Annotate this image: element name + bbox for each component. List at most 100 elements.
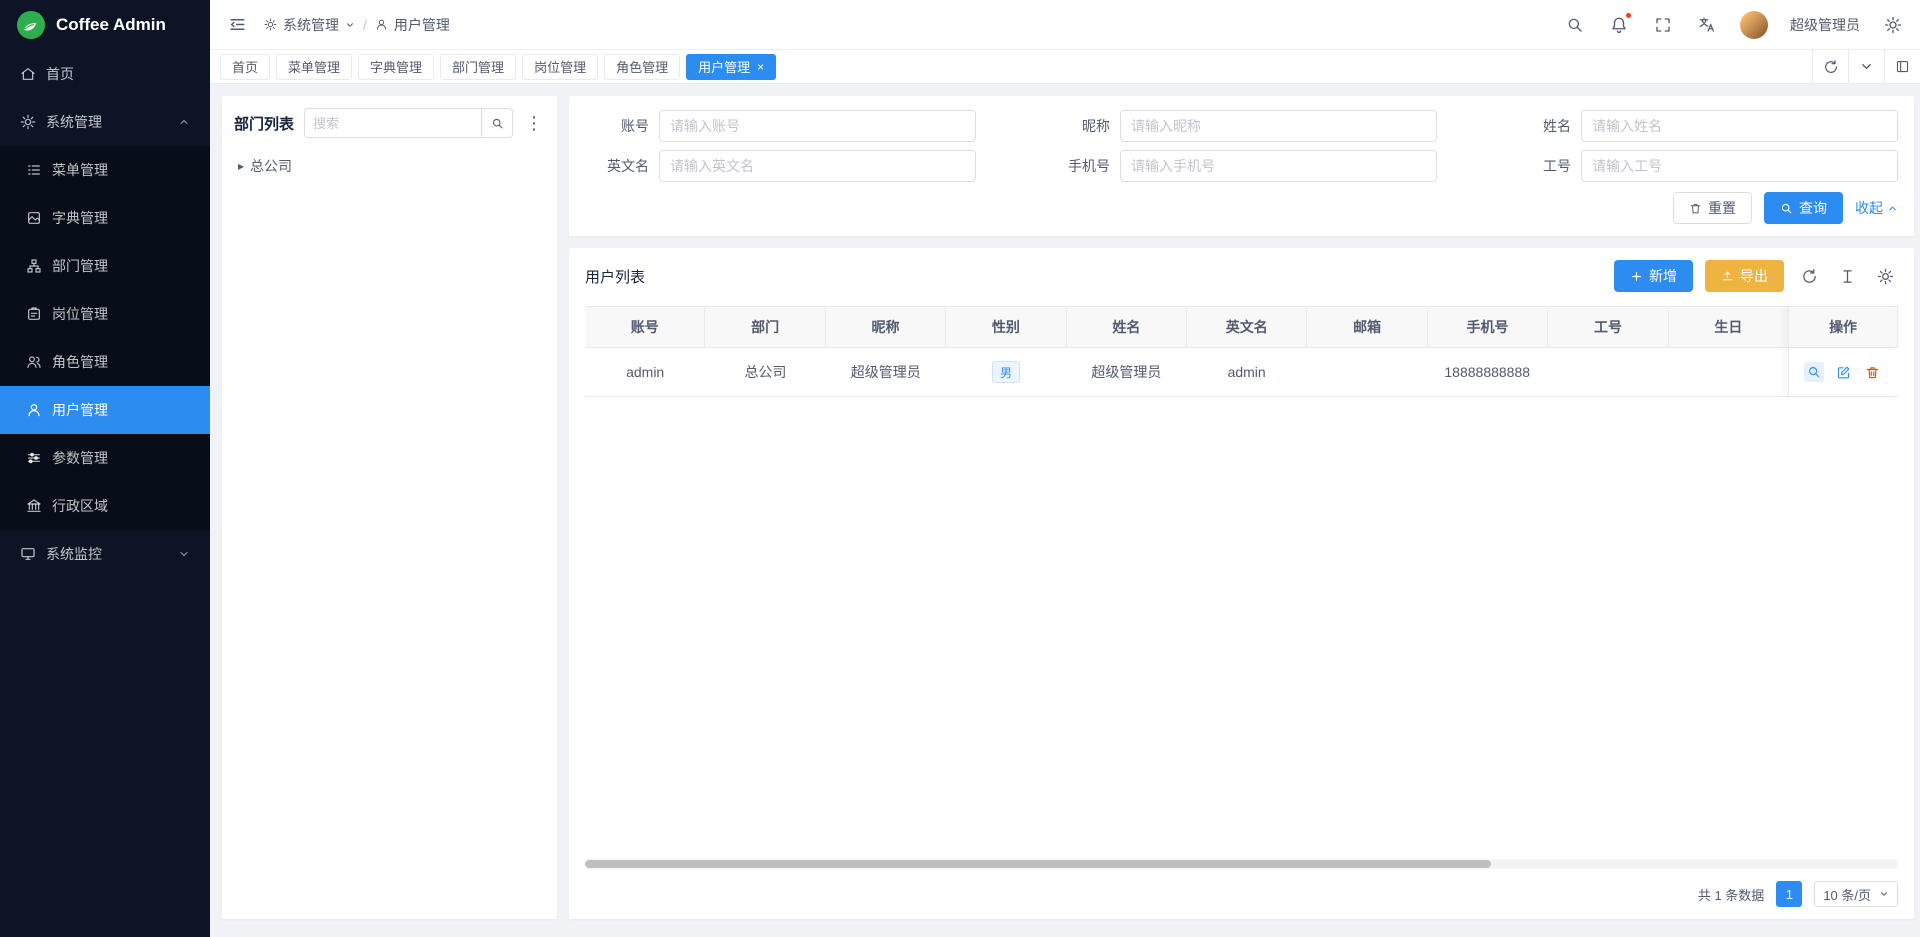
breadcrumb-item-user[interactable]: 用户管理 — [375, 15, 450, 35]
refresh-icon[interactable] — [1812, 50, 1848, 83]
column-header-phone[interactable]: 手机号 — [1428, 307, 1548, 347]
add-user-button[interactable]: 新增 — [1614, 260, 1693, 292]
nickname-input[interactable] — [1120, 110, 1437, 142]
tab-label: 首页 — [232, 57, 258, 76]
sidebar-item-home[interactable]: 首页 — [0, 50, 210, 98]
breadcrumb-item-system[interactable]: 系统管理 — [264, 15, 355, 35]
column-header-email[interactable]: 邮箱 — [1307, 307, 1427, 347]
work-no-input[interactable] — [1581, 150, 1898, 182]
breadcrumb-label: 用户管理 — [394, 15, 450, 35]
sidebar-item-label: 系统管理 — [46, 112, 102, 132]
chevron-down-icon — [345, 20, 355, 30]
page-size-select[interactable]: 10 条/页 — [1814, 881, 1898, 907]
chevron-up-icon — [1887, 203, 1898, 214]
clear-icon — [1689, 202, 1702, 215]
tab-dict-mgmt[interactable]: 字典管理 — [358, 54, 434, 80]
filter-label: 手机号 — [1046, 156, 1110, 176]
filter-account: 账号 — [585, 110, 976, 142]
column-header-account[interactable]: 账号 — [585, 307, 705, 347]
tab-dept-mgmt[interactable]: 部门管理 — [440, 54, 516, 80]
sidebar-item-dept-mgmt[interactable]: 部门管理 — [0, 242, 210, 290]
tree-caret-icon[interactable]: ▸ — [238, 159, 244, 173]
filter-name: 姓名 — [1507, 110, 1898, 142]
translate-icon[interactable] — [1696, 14, 1718, 36]
cell-phone: 18888888888 — [1427, 348, 1547, 396]
collapse-toggle[interactable]: 收起 — [1855, 198, 1898, 218]
tab-role-mgmt[interactable]: 角色管理 — [604, 54, 680, 80]
avatar[interactable] — [1740, 11, 1768, 39]
sidebar-item-role-mgmt[interactable]: 角色管理 — [0, 338, 210, 386]
column-header-name[interactable]: 姓名 — [1067, 307, 1187, 347]
table-row[interactable]: admin 总公司 超级管理员 男 超级管理员 admin 1888888888… — [585, 348, 1898, 397]
sidebar: Coffee Admin 首页 系统管理 — [0, 0, 210, 937]
sidebar-item-label: 菜单管理 — [52, 160, 108, 180]
tab-options-chevron-icon[interactable] — [1848, 50, 1884, 83]
account-input[interactable] — [659, 110, 976, 142]
column-header-gender[interactable]: 性别 — [946, 307, 1066, 347]
phone-input[interactable] — [1120, 150, 1437, 182]
view-row-icon[interactable] — [1804, 362, 1824, 382]
scrollbar-thumb[interactable] — [585, 860, 1491, 868]
fullscreen-icon[interactable] — [1652, 14, 1674, 36]
column-header-nickname[interactable]: 昵称 — [826, 307, 946, 347]
sidebar-item-user-mgmt[interactable]: 用户管理 — [0, 386, 210, 434]
open-tabs: 首页 菜单管理 字典管理 部门管理 岗位管理 角色管理 用户管理 × — [210, 54, 1812, 80]
sidebar-item-menu-mgmt[interactable]: 菜单管理 — [0, 146, 210, 194]
department-search-button[interactable] — [481, 108, 513, 138]
settings-gear-icon[interactable] — [1882, 14, 1904, 36]
name-input[interactable] — [1581, 110, 1898, 142]
column-header-work-no[interactable]: 工号 — [1548, 307, 1668, 347]
cell-name: 超级管理员 — [1066, 348, 1186, 396]
tab-label: 用户管理 — [698, 57, 750, 76]
refresh-icon[interactable] — [1796, 263, 1822, 289]
tab-label: 字典管理 — [370, 57, 422, 76]
department-search-input[interactable] — [304, 108, 481, 138]
sidebar-toggle-icon[interactable] — [226, 14, 248, 36]
filter-label: 英文名 — [585, 156, 649, 176]
more-options-icon[interactable]: ⋮ — [523, 114, 545, 132]
column-header-birthday[interactable]: 生日 — [1669, 307, 1788, 347]
filter-label: 昵称 — [1046, 116, 1110, 136]
column-settings-icon[interactable] — [1834, 263, 1860, 289]
close-icon[interactable]: × — [757, 61, 764, 73]
tab-user-mgmt[interactable]: 用户管理 × — [686, 54, 776, 80]
notification-bell-icon[interactable] — [1608, 14, 1630, 36]
gear-icon — [20, 114, 36, 130]
layout-expand-icon[interactable] — [1884, 50, 1920, 83]
tab-post-mgmt[interactable]: 岗位管理 — [522, 54, 598, 80]
dictionary-icon — [26, 210, 42, 226]
tab-label: 岗位管理 — [534, 57, 586, 76]
tree-node-label: 总公司 — [250, 156, 292, 176]
sidebar-item-monitor[interactable]: 系统监控 — [0, 530, 210, 578]
search-button[interactable]: 查询 — [1764, 192, 1843, 224]
chevron-down-icon — [178, 548, 190, 560]
delete-row-icon[interactable] — [1862, 362, 1882, 382]
sidebar-item-region-mgmt[interactable]: 行政区域 — [0, 482, 210, 530]
page-number-button[interactable]: 1 — [1776, 881, 1802, 907]
horizontal-scrollbar[interactable] — [585, 859, 1898, 869]
edit-row-icon[interactable] — [1833, 362, 1853, 382]
column-header-en-name[interactable]: 英文名 — [1187, 307, 1307, 347]
export-button[interactable]: 导出 — [1705, 260, 1784, 292]
tree-node-root[interactable]: ▸ 总公司 — [234, 154, 545, 178]
cell-en-name: admin — [1186, 348, 1306, 396]
chevron-up-icon — [178, 116, 190, 128]
sidebar-item-system[interactable]: 系统管理 — [0, 98, 210, 146]
tab-menu-mgmt[interactable]: 菜单管理 — [276, 54, 352, 80]
table-settings-gear-icon[interactable] — [1872, 263, 1898, 289]
username[interactable]: 超级管理员 — [1790, 15, 1860, 35]
table-title: 用户列表 — [585, 266, 645, 287]
column-header-dept[interactable]: 部门 — [705, 307, 825, 347]
filter-nickname: 昵称 — [1046, 110, 1437, 142]
reset-label: 重置 — [1708, 198, 1736, 218]
en-name-input[interactable] — [659, 150, 976, 182]
sidebar-item-param-mgmt[interactable]: 参数管理 — [0, 434, 210, 482]
tab-home[interactable]: 首页 — [220, 54, 270, 80]
sidebar-item-post-mgmt[interactable]: 岗位管理 — [0, 290, 210, 338]
search-icon[interactable] — [1564, 14, 1586, 36]
sidebar-item-dict-mgmt[interactable]: 字典管理 — [0, 194, 210, 242]
tab-label: 菜单管理 — [288, 57, 340, 76]
cell-birthday — [1668, 348, 1788, 396]
pagination-total: 共 1 条数据 — [1698, 885, 1764, 904]
reset-button[interactable]: 重置 — [1673, 192, 1752, 224]
